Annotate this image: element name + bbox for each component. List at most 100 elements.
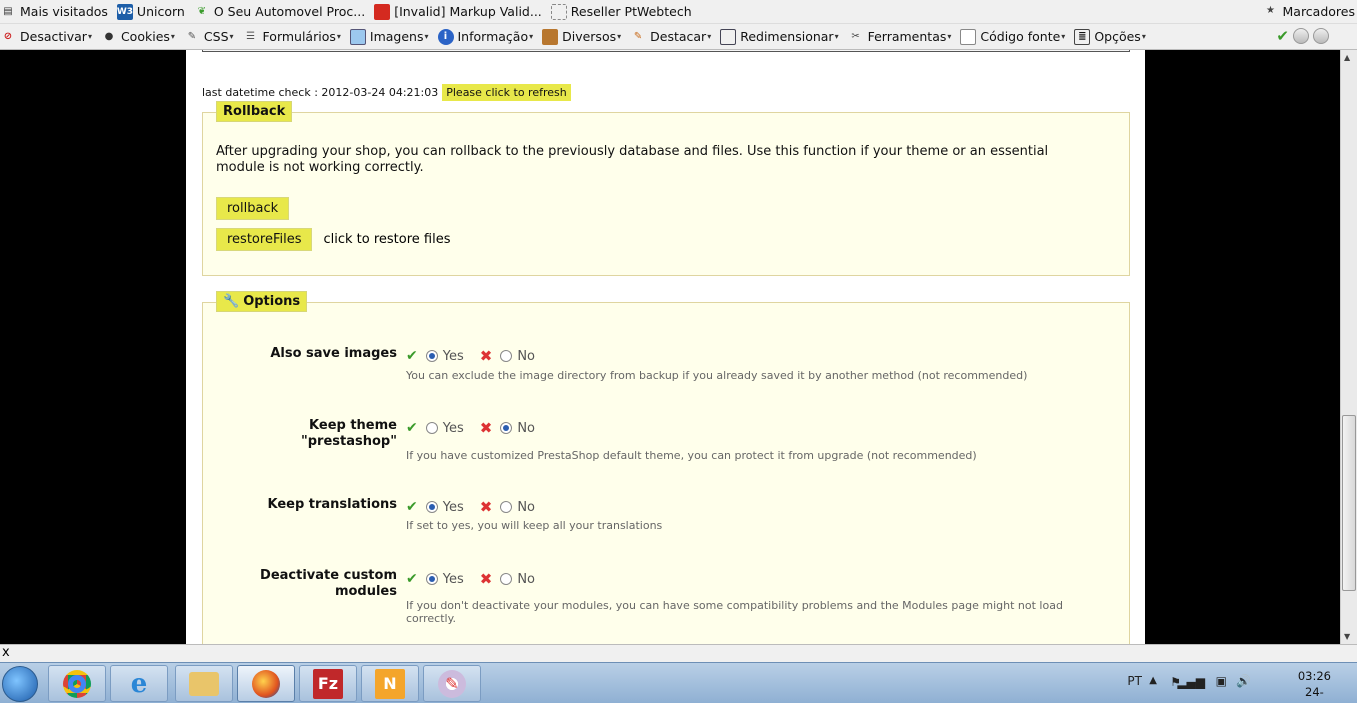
devbar-ferramentas[interactable]: ✂ Ferramentas ▾ xyxy=(848,29,951,45)
devbar-label: Imagens xyxy=(369,29,424,44)
taskbar-filezilla[interactable]: Fz xyxy=(299,665,357,702)
validation-ok-icon[interactable]: ✔ xyxy=(1276,28,1289,44)
option-label: Keep theme "prestashop" xyxy=(300,418,397,449)
devbar-formularios[interactable]: ☰ Formulários ▾ xyxy=(243,29,341,45)
taskbar-internet-explorer[interactable]: e xyxy=(110,665,168,702)
radio-no-label[interactable]: No xyxy=(517,349,535,364)
devbar-label: Cookies xyxy=(120,29,170,44)
radio-yes-label[interactable]: Yes xyxy=(443,572,464,587)
options-fieldset: 🔧 Options Also save images ✔ Yes ✖ No You… xyxy=(202,291,1130,644)
bookmark-automovel[interactable]: ❦ O Seu Automovel Proc... xyxy=(194,4,366,20)
radio-yes-label[interactable]: Yes xyxy=(443,500,464,515)
option-choices: ✔ Yes ✖ No xyxy=(406,347,535,365)
option-choices: ✔ Yes ✖ No xyxy=(406,570,535,588)
option-hint: If set to yes, you will keep all your tr… xyxy=(406,519,663,532)
restore-files-text: click to restore files xyxy=(323,232,451,247)
bookmark-label: [Invalid] Markup Valid... xyxy=(394,4,542,19)
vertical-scrollbar[interactable]: ▲ ▼ xyxy=(1340,50,1357,644)
rollback-legend-label: Rollback xyxy=(223,104,286,119)
bookmark-mais-visitados[interactable]: ▤ Mais visitados xyxy=(0,4,108,20)
devbar-label: Opções xyxy=(1094,29,1141,44)
bookmarks-toolbar: ▤ Mais visitados W3 Unicorn ❦ O Seu Automov… xyxy=(0,0,1357,24)
dropdown-arrow-icon: ▾ xyxy=(170,32,175,41)
taskbar-explorer[interactable] xyxy=(175,665,233,702)
taskbar-chrome[interactable] xyxy=(48,665,106,702)
form-icon: ☰ xyxy=(246,30,256,42)
radio-yes-label[interactable]: Yes xyxy=(443,421,464,436)
js-status-icon[interactable] xyxy=(1313,28,1329,44)
web-developer-toolbar: ⊘ Desactivar ▾ ● Cookies ▾ ✎ CSS ▾ ☰ Formulário… xyxy=(0,24,1357,50)
devbar-redimensionar[interactable]: Redimensionar ▾ xyxy=(720,28,839,45)
bookmark-unicorn[interactable]: W3 Unicorn xyxy=(117,3,185,20)
dropdown-arrow-icon: ▾ xyxy=(424,32,429,41)
devbar-informacao[interactable]: i Informação ▾ xyxy=(437,28,534,45)
start-button[interactable] xyxy=(2,666,38,702)
radio-no[interactable] xyxy=(500,422,513,434)
radio-yes[interactable] xyxy=(425,573,438,585)
network-icon[interactable]: ▂▄▆ xyxy=(1177,675,1205,689)
devbar-destacar[interactable]: ✎ Destacar ▾ xyxy=(630,29,711,45)
restore-files-button[interactable]: restoreFiles xyxy=(216,228,313,251)
radio-yes[interactable] xyxy=(425,350,438,362)
internet-explorer-icon: e xyxy=(130,668,148,699)
volume-icon[interactable]: 🔊 xyxy=(1236,674,1251,688)
taskbar-paint[interactable]: ✎ xyxy=(423,665,481,702)
bookmark-markup-validator[interactable]: [Invalid] Markup Valid... xyxy=(374,3,542,20)
scrollbar-thumb[interactable] xyxy=(1342,415,1356,591)
status-bar: x xyxy=(0,644,1357,662)
taskbar-notepad[interactable]: N xyxy=(361,665,419,702)
person-icon: ● xyxy=(104,30,114,42)
last-check-row: last datetime check : 2012-03-24 04:21:0… xyxy=(202,84,571,101)
options-legend: 🔧 Options xyxy=(216,291,308,312)
rollback-button[interactable]: rollback xyxy=(216,197,290,220)
devbar-diversos[interactable]: Diversos ▾ xyxy=(542,28,622,45)
filezilla-icon: Fz xyxy=(313,668,343,699)
radio-no-label[interactable]: No xyxy=(517,500,535,515)
check-icon: ✔ xyxy=(406,420,418,436)
css-status-icon[interactable] xyxy=(1293,28,1309,44)
dropdown-arrow-icon: ▾ xyxy=(617,32,622,41)
refresh-button[interactable]: Please click to refresh xyxy=(442,84,571,101)
clock-time: 03:26 xyxy=(1297,669,1331,683)
devbar-label: Informação xyxy=(457,29,529,44)
scroll-down-arrow-icon[interactable]: ▼ xyxy=(1344,632,1350,641)
bookmark-reseller[interactable]: Reseller PtWebtech xyxy=(550,3,692,20)
language-indicator[interactable]: PT xyxy=(1127,674,1142,688)
radio-no-label[interactable]: No xyxy=(517,572,535,587)
highlight-icon: ✎ xyxy=(633,30,643,42)
devbar-codigo-fonte[interactable]: Código fonte ▾ xyxy=(960,28,1066,45)
devbar-imagens[interactable]: Imagens ▾ xyxy=(349,28,429,45)
source-icon xyxy=(960,28,977,45)
cross-icon: ✖ xyxy=(479,570,493,588)
upgrade-panel-edge xyxy=(202,50,1130,52)
dropdown-arrow-icon: ▾ xyxy=(1061,32,1066,41)
bookmarks-menu[interactable]: ★ Marcadores xyxy=(1263,3,1355,19)
radio-no-label[interactable]: No xyxy=(517,421,535,436)
scroll-up-arrow-icon[interactable]: ▲ xyxy=(1344,53,1350,62)
dropdown-arrow-icon: ▾ xyxy=(707,32,712,41)
radio-no[interactable] xyxy=(500,501,513,513)
devbar-opcoes[interactable]: ≣ Opções ▾ xyxy=(1074,28,1146,45)
radio-no[interactable] xyxy=(500,350,513,362)
devbar-cookies[interactable]: ● Cookies ▾ xyxy=(101,29,175,45)
show-hidden-icons-icon[interactable]: ▲ xyxy=(1149,675,1157,686)
close-status-icon[interactable]: x xyxy=(2,645,10,660)
options-legend-label: Options xyxy=(243,294,301,309)
radio-yes-label[interactable]: Yes xyxy=(443,349,464,364)
option-label: Keep translations xyxy=(267,497,397,512)
wrench-icon: 🔧 xyxy=(223,294,240,309)
tools-icon: ✂ xyxy=(851,30,860,42)
radio-yes[interactable] xyxy=(425,422,438,434)
dropdown-arrow-icon: ▾ xyxy=(529,32,534,41)
clock[interactable]: 03:26 24-03-2012 xyxy=(1298,668,1331,703)
power-icon[interactable]: ▣ xyxy=(1216,674,1227,688)
radio-yes[interactable] xyxy=(425,501,438,513)
devbar-label: Destacar xyxy=(650,29,707,44)
devbar-css[interactable]: ✎ CSS ▾ xyxy=(184,29,234,45)
bookmark-label: Reseller PtWebtech xyxy=(570,4,692,19)
cross-icon: ✖ xyxy=(479,419,493,437)
dropdown-arrow-icon: ▾ xyxy=(229,32,234,41)
devbar-desactivar[interactable]: ⊘ Desactivar ▾ xyxy=(0,29,92,45)
taskbar-firefox[interactable] xyxy=(237,665,295,702)
radio-no[interactable] xyxy=(500,573,513,585)
